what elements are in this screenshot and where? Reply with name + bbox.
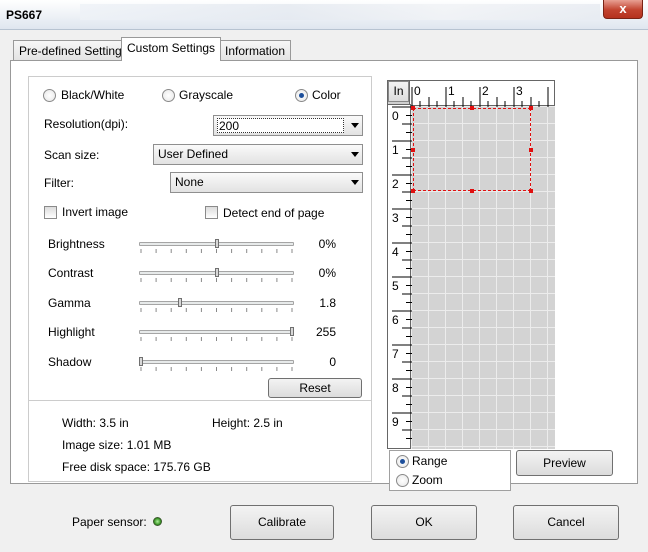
ruler-left-label: 7 <box>392 347 399 361</box>
ruler-left-label: 4 <box>392 245 399 259</box>
slider-ticks <box>140 249 293 253</box>
ruler-left-label: 3 <box>392 211 399 225</box>
radio-grayscale-label: Grayscale <box>179 88 234 102</box>
window-title: PS667 <box>6 8 43 22</box>
image-size-info: Image size: 1.01 MB <box>62 438 172 452</box>
slider-ticks <box>140 337 293 341</box>
radio-color-label: Color <box>312 88 341 102</box>
slider-track[interactable] <box>139 360 294 364</box>
selection-handle[interactable] <box>411 148 415 152</box>
ruler-left-label: 1 <box>392 143 399 157</box>
slider-ticks <box>140 308 293 312</box>
radio-range[interactable] <box>396 455 409 468</box>
ruler-left-label: 6 <box>392 313 399 327</box>
calibrate-button[interactable]: Calibrate <box>230 505 334 540</box>
tab-information[interactable]: Information <box>219 40 292 61</box>
slider-thumb[interactable] <box>214 268 219 277</box>
slider-thumb[interactable] <box>139 357 143 366</box>
selection-handle[interactable] <box>529 189 533 193</box>
chevron-down-icon <box>351 180 359 185</box>
radio-black-white-label: Black/White <box>61 88 125 102</box>
slider-thumb[interactable] <box>178 298 183 307</box>
slider-value: 0 <box>329 355 336 369</box>
slider-label: Contrast <box>48 266 94 280</box>
paper-sensor-label: Paper sensor: <box>72 515 147 529</box>
tab-custom-settings[interactable]: Custom Settings <box>121 37 222 61</box>
unit-in-button[interactable]: In <box>388 81 409 102</box>
title-bar-background <box>80 4 600 20</box>
radio-zoom[interactable] <box>396 474 409 487</box>
selection-handle[interactable] <box>529 106 533 110</box>
slider-thumb[interactable] <box>214 239 219 248</box>
free-disk-space-info: Free disk space: 175.76 GB <box>62 460 211 474</box>
slider-ticks <box>140 367 293 371</box>
ruler-top-label: 3 <box>516 84 523 98</box>
width-info: Width: 3.5 in <box>62 416 129 430</box>
selection-handle[interactable] <box>470 106 474 110</box>
ruler-top: 0 1 2 3 <box>409 80 555 107</box>
radio-range-label: Range <box>412 454 448 468</box>
selection-handle[interactable] <box>411 189 415 193</box>
tab-pre-defined-setting[interactable]: Pre-defined Setting <box>13 40 128 61</box>
ruler-top-label: 0 <box>414 84 421 98</box>
slider-thumb[interactable] <box>290 327 294 336</box>
filter-label: Filter: <box>44 176 74 190</box>
radio-color[interactable] <box>295 89 308 102</box>
chevron-down-icon <box>351 123 359 128</box>
slider-track[interactable] <box>139 301 294 305</box>
scan-size-value: User Defined <box>158 147 229 161</box>
slider-value: 0% <box>318 266 336 280</box>
close-button[interactable]: x <box>603 0 643 19</box>
resolution-select[interactable]: 200 <box>213 115 363 136</box>
chevron-down-icon <box>351 152 359 157</box>
cancel-button[interactable]: Cancel <box>513 505 619 540</box>
slider-label: Gamma <box>48 296 91 310</box>
detect-end-of-page-label: Detect end of page <box>223 206 325 220</box>
ruler-left-label: 8 <box>392 381 399 395</box>
selection-handle[interactable] <box>529 148 533 152</box>
detect-end-of-page-checkbox[interactable] <box>205 206 218 219</box>
scan-size-select[interactable]: User Defined <box>153 144 363 165</box>
ok-button[interactable]: OK <box>371 505 477 540</box>
slider-value: 1.8 <box>319 296 336 310</box>
ruler-top-label: 1 <box>448 84 455 98</box>
slider-label: Brightness <box>48 237 105 251</box>
ruler-left-label: 0 <box>392 109 399 123</box>
ruler-top-label: 2 <box>482 84 489 98</box>
invert-image-checkbox[interactable] <box>44 206 57 219</box>
ruler-left: 0 1 2 3 4 5 6 7 8 9 <box>387 104 412 449</box>
selection-handle[interactable] <box>470 189 474 193</box>
slider-track[interactable] <box>139 330 294 334</box>
preview-button[interactable]: Preview <box>516 450 613 476</box>
slider-value: 0% <box>318 237 336 251</box>
resolution-value: 200 <box>219 119 240 133</box>
ruler-left-label: 2 <box>392 177 399 191</box>
height-info: Height: 2.5 in <box>212 416 283 430</box>
ruler-left-label: 5 <box>392 279 399 293</box>
resolution-label: Resolution(dpi): <box>44 117 129 131</box>
slider-value: 255 <box>315 325 336 339</box>
radio-black-white[interactable] <box>43 89 56 102</box>
radio-zoom-label: Zoom <box>412 473 443 487</box>
slider-ticks <box>140 278 293 282</box>
filter-select[interactable]: None <box>170 172 363 193</box>
slider-label: Shadow <box>48 355 92 369</box>
paper-sensor-indicator <box>153 517 162 526</box>
invert-image-label: Invert image <box>62 205 129 219</box>
reset-button[interactable]: Reset <box>268 378 362 398</box>
filter-value: None <box>175 175 204 189</box>
title-bar: PS667 x <box>0 0 648 30</box>
scan-size-label: Scan size: <box>44 148 100 162</box>
radio-grayscale[interactable] <box>162 89 175 102</box>
selection-handle[interactable] <box>411 106 415 110</box>
scan-selection-rectangle[interactable] <box>413 108 531 191</box>
slider-label: Highlight <box>48 325 95 339</box>
ruler-left-label: 9 <box>392 415 399 429</box>
